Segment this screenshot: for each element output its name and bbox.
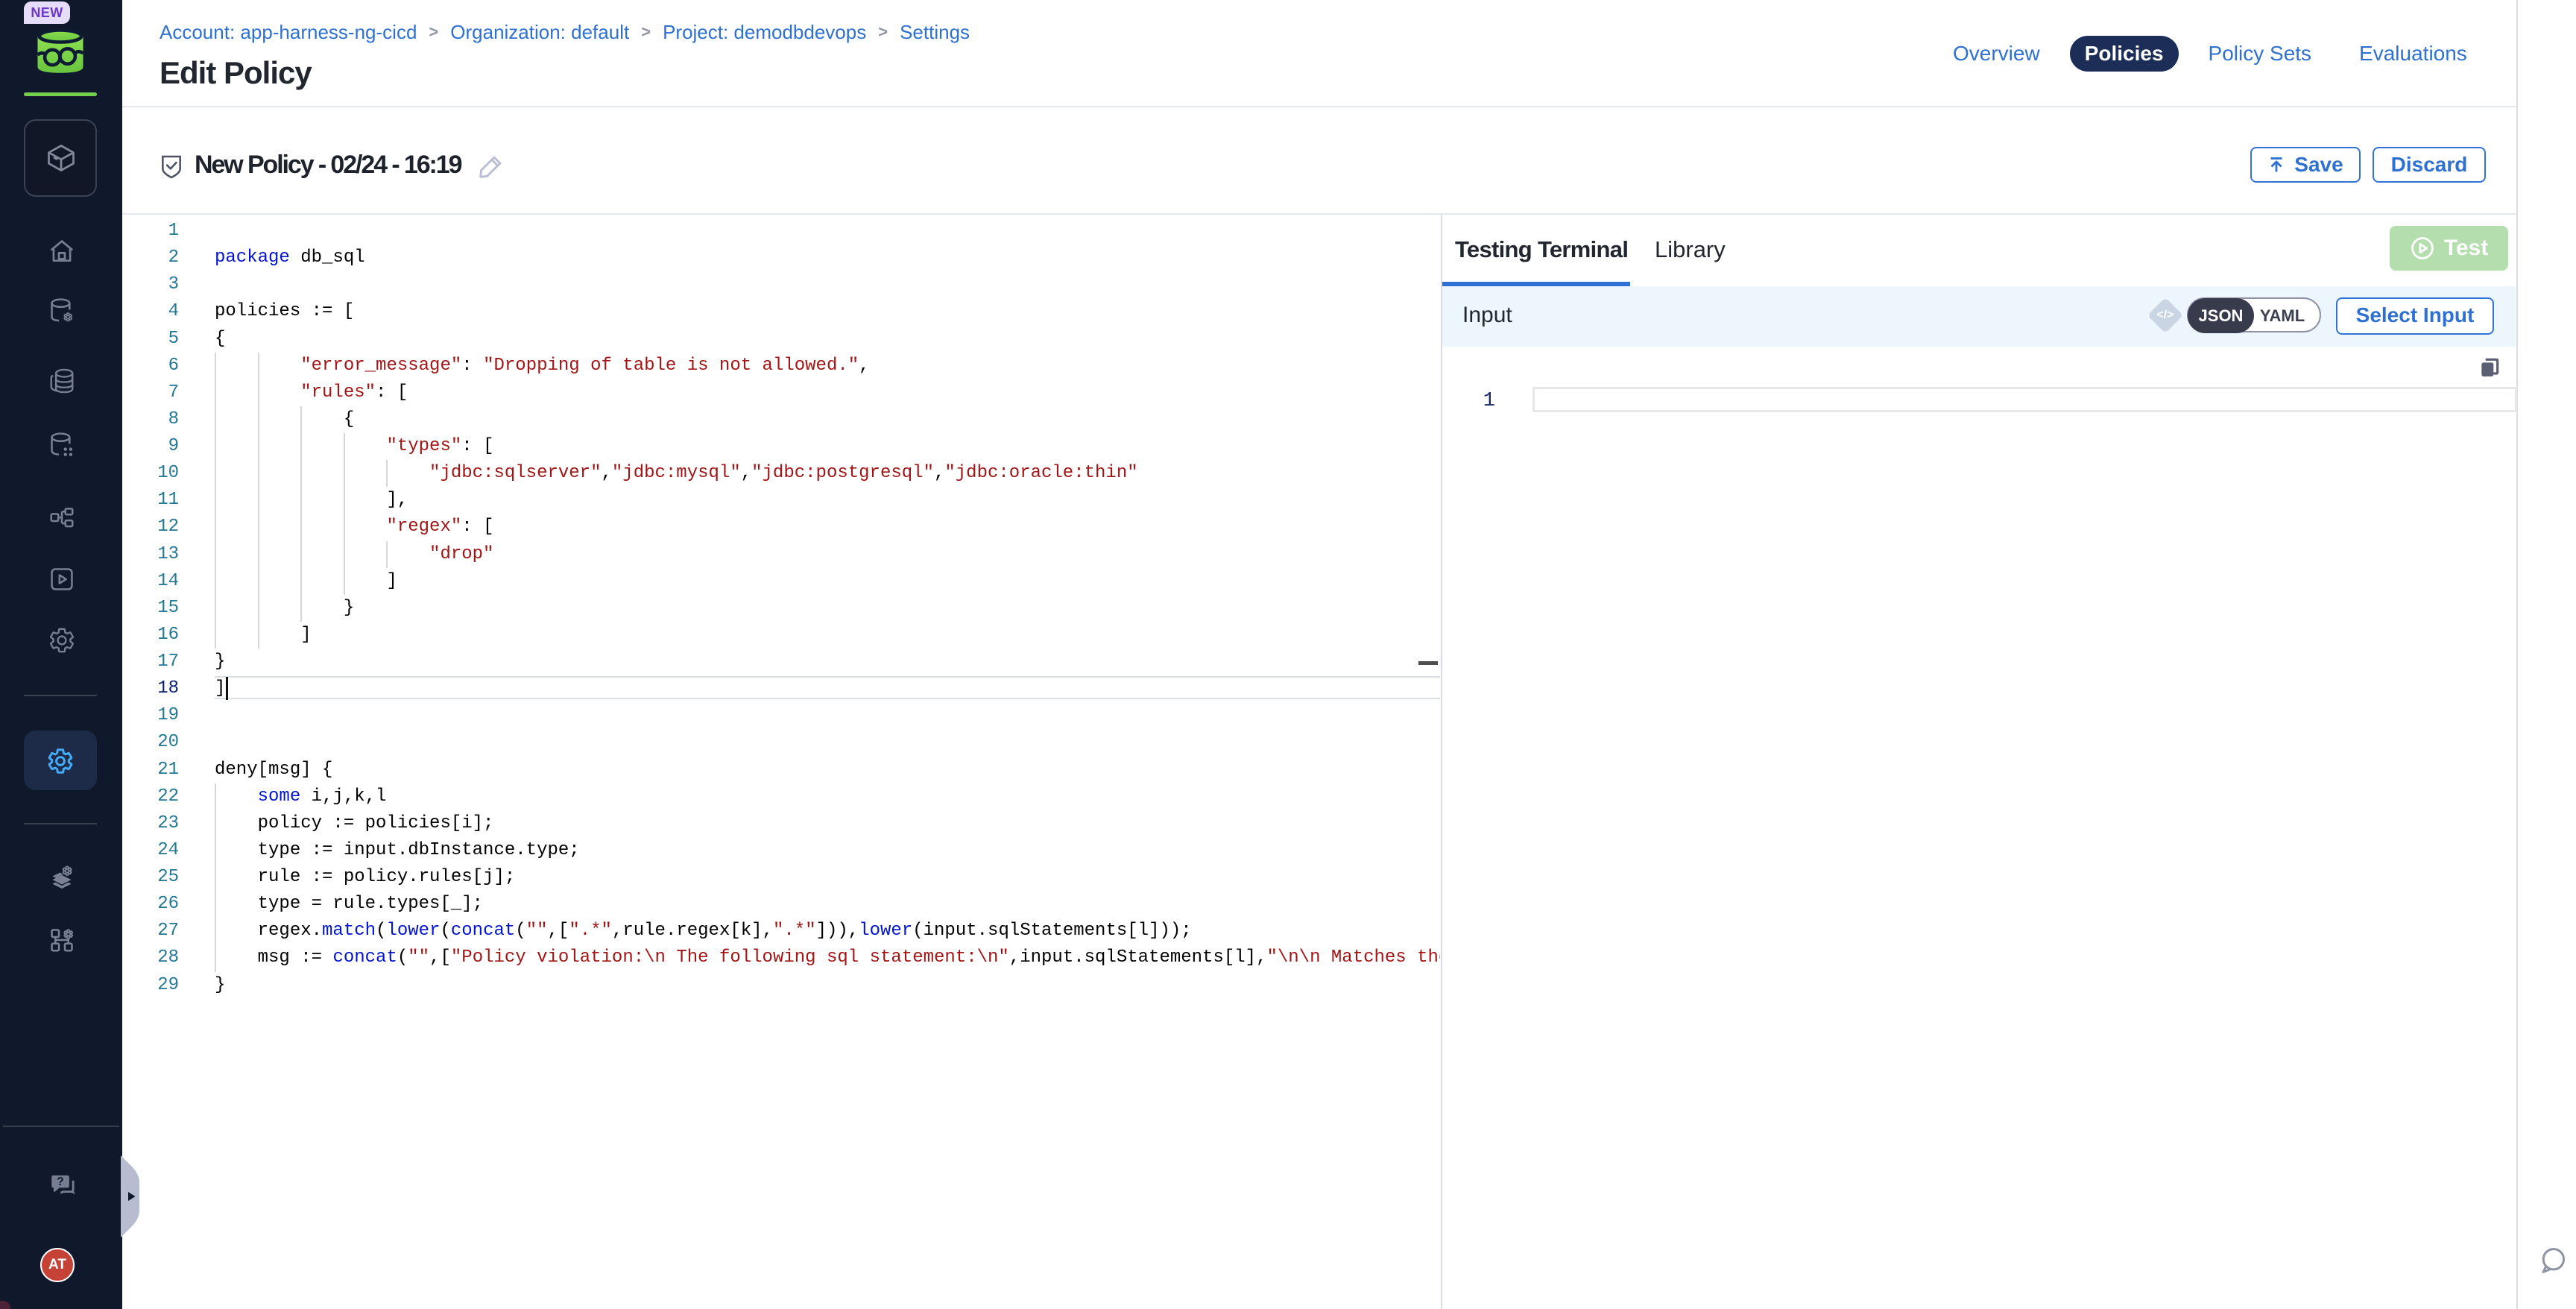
svg-text:?: ? — [57, 1176, 64, 1188]
